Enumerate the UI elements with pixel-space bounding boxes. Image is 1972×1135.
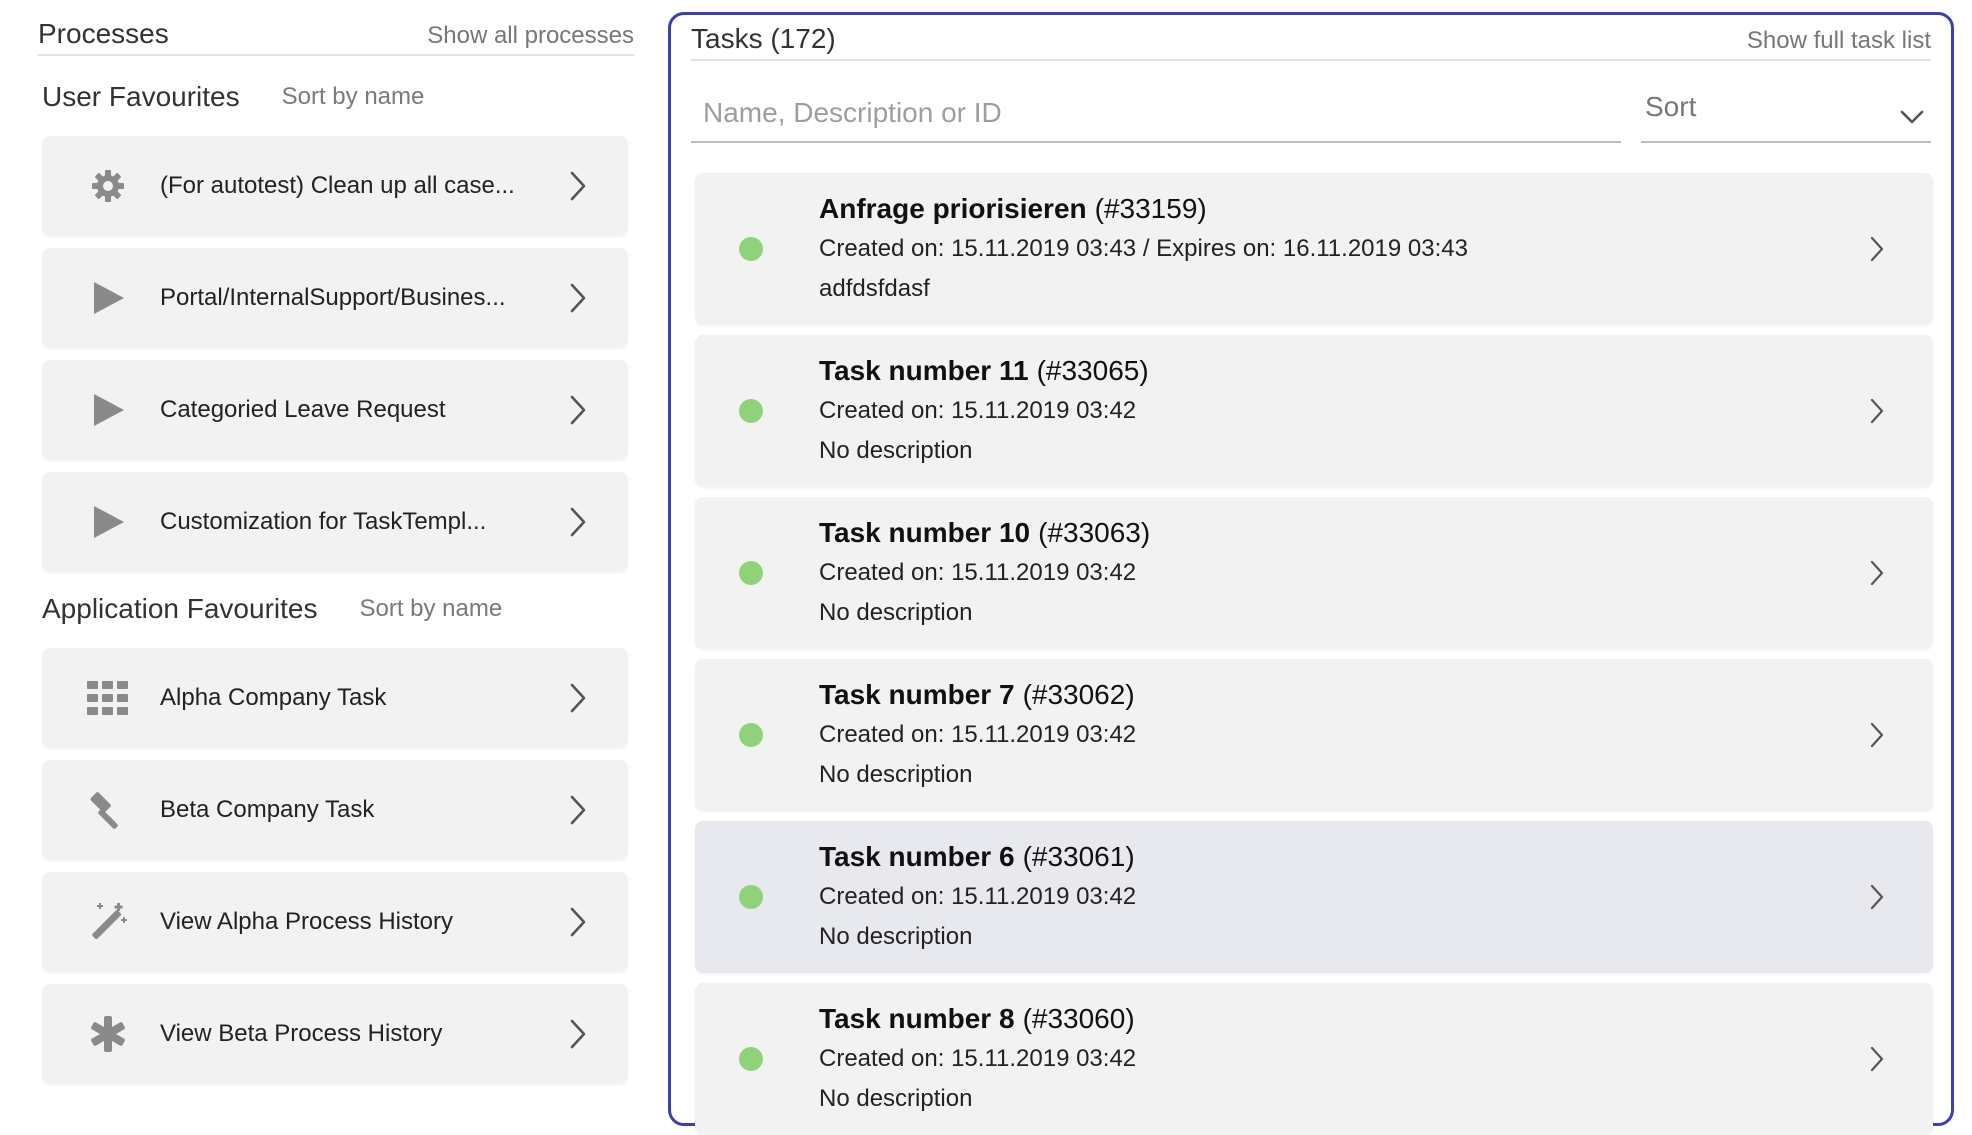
chevron-right-icon <box>1870 722 1884 748</box>
task-item[interactable]: Task number 10 (#33063) Created on: 15.11… <box>695 497 1933 649</box>
task-state-indicator <box>739 561 763 585</box>
chevron-right-icon <box>1870 560 1884 586</box>
task-state-indicator <box>739 723 763 747</box>
process-item-label: (For autotest) Clean up all case... <box>160 172 515 199</box>
tasks-header: Tasks (172) Show full task list <box>691 15 1931 61</box>
chevron-right-icon <box>1870 1046 1884 1072</box>
play-icon <box>86 388 130 432</box>
task-name: Anfrage priorisieren <box>819 193 1087 224</box>
application-favourites-header: Application Favourites Sort by name <box>42 584 634 634</box>
task-state-indicator <box>739 399 763 423</box>
app-item-label: View Beta Process History <box>160 1020 443 1047</box>
task-sort-select[interactable]: Sort <box>1641 83 1931 143</box>
task-item[interactable]: Task number 8 (#33060) Created on: 15.11.… <box>695 983 1933 1135</box>
task-dates: Created on: 15.11.2019 03:43 / Expires o… <box>819 235 1468 262</box>
chevron-right-icon <box>570 795 586 825</box>
app-item-label: Beta Company Task <box>160 796 375 823</box>
task-dates: Created on: 15.11.2019 03:42 <box>819 883 1137 910</box>
chevron-right-icon <box>570 283 586 313</box>
tasks-panel: Tasks (172) Show full task list Sort Anf… <box>668 12 1954 1135</box>
task-id: (#33060) <box>1022 1003 1135 1034</box>
show-full-task-list-link[interactable]: Show full task list <box>1747 27 1931 59</box>
show-all-processes-link[interactable]: Show all processes <box>427 22 634 54</box>
task-id: (#33061) <box>1022 841 1135 872</box>
tasks-title: Tasks (172) <box>691 23 836 54</box>
task-description: No description <box>819 761 973 788</box>
app-item-alpha-task[interactable]: Alpha Company Task <box>42 648 628 748</box>
process-item-label: Categoried Leave Request <box>160 396 446 423</box>
user-favourites-sort-link[interactable]: Sort by name <box>282 83 425 111</box>
task-filter-row: Sort <box>691 83 1931 143</box>
process-item-clean-up[interactable]: (For autotest) Clean up all case... <box>42 136 628 236</box>
chevron-right-icon <box>570 507 586 537</box>
app-item-label: Alpha Company Task <box>160 684 387 711</box>
task-name: Task number 10 <box>819 517 1031 548</box>
process-item-task-template[interactable]: Customization for TaskTempl... <box>42 472 628 572</box>
task-id: (#33159) <box>1094 193 1207 224</box>
magic-wand-icon <box>86 900 130 944</box>
task-item[interactable]: Task number 7 (#33062) Created on: 15.11.… <box>695 659 1933 811</box>
task-name: Task number 7 <box>819 679 1015 710</box>
task-description: No description <box>819 923 973 950</box>
play-icon <box>86 276 130 320</box>
task-description: adfdsfdasf <box>819 275 930 302</box>
process-item-leave-request[interactable]: Categoried Leave Request <box>42 360 628 460</box>
task-dates: Created on: 15.11.2019 03:42 <box>819 559 1137 586</box>
user-favourites-title: User Favourites <box>42 81 240 112</box>
processes-panel: Processes Show all processes User Favour… <box>38 12 634 1102</box>
app-item-alpha-history[interactable]: View Alpha Process History <box>42 872 628 972</box>
task-description: No description <box>819 599 973 626</box>
chevron-right-icon <box>1870 398 1884 424</box>
task-item-hovered[interactable]: Task number 6 (#33061) Created on: 15.11.… <box>695 821 1933 973</box>
task-description: No description <box>819 437 973 464</box>
task-dates: Created on: 15.11.2019 03:42 <box>819 1045 1137 1072</box>
play-icon <box>86 500 130 544</box>
chevron-right-icon <box>570 683 586 713</box>
task-state-indicator <box>739 885 763 909</box>
task-dates: Created on: 15.11.2019 03:42 <box>819 397 1137 424</box>
chevron-right-icon <box>570 1019 586 1049</box>
task-id: (#33062) <box>1022 679 1135 710</box>
app-item-label: View Alpha Process History <box>160 908 454 935</box>
gavel-icon <box>86 788 130 832</box>
app-item-beta-history[interactable]: View Beta Process History <box>42 984 628 1084</box>
process-item-label: Customization for TaskTempl... <box>160 508 487 535</box>
asterisk-icon <box>86 1012 130 1056</box>
task-dates: Created on: 15.11.2019 03:42 <box>819 721 1137 748</box>
task-search-input[interactable] <box>691 83 1621 143</box>
user-favourites-header: User Favourites Sort by name <box>42 72 634 122</box>
task-state-indicator <box>739 1047 763 1071</box>
task-state-indicator <box>739 237 763 261</box>
gear-icon <box>86 164 130 208</box>
chevron-right-icon <box>570 907 586 937</box>
task-name: Task number 11 <box>819 355 1029 386</box>
task-id: (#33065) <box>1036 355 1149 386</box>
task-item[interactable]: Anfrage priorisieren (#33159) Created on:… <box>695 173 1933 325</box>
process-item-internal-support[interactable]: Portal/InternalSupport/Busines... <box>42 248 628 348</box>
grid-icon <box>86 676 130 720</box>
chevron-right-icon <box>570 395 586 425</box>
task-description: No description <box>819 1085 973 1112</box>
chevron-right-icon <box>1870 884 1884 910</box>
task-id: (#33063) <box>1038 517 1151 548</box>
task-list: Anfrage priorisieren (#33159) Created on:… <box>691 173 1933 1135</box>
task-name: Task number 8 <box>819 1003 1015 1034</box>
task-name: Task number 6 <box>819 841 1015 872</box>
chevron-right-icon <box>570 171 586 201</box>
task-sort-label: Sort <box>1645 91 1697 122</box>
chevron-down-icon <box>1900 110 1924 124</box>
task-item[interactable]: Task number 11 (#33065) Created on: 15.11… <box>695 335 1933 487</box>
processes-title: Processes <box>38 18 169 49</box>
application-favourites-title: Application Favourites <box>42 593 318 624</box>
processes-header: Processes Show all processes <box>38 12 634 56</box>
app-item-beta-task[interactable]: Beta Company Task <box>42 760 628 860</box>
chevron-right-icon <box>1870 236 1884 262</box>
application-favourites-sort-link[interactable]: Sort by name <box>359 595 502 623</box>
process-item-label: Portal/InternalSupport/Busines... <box>160 284 506 311</box>
